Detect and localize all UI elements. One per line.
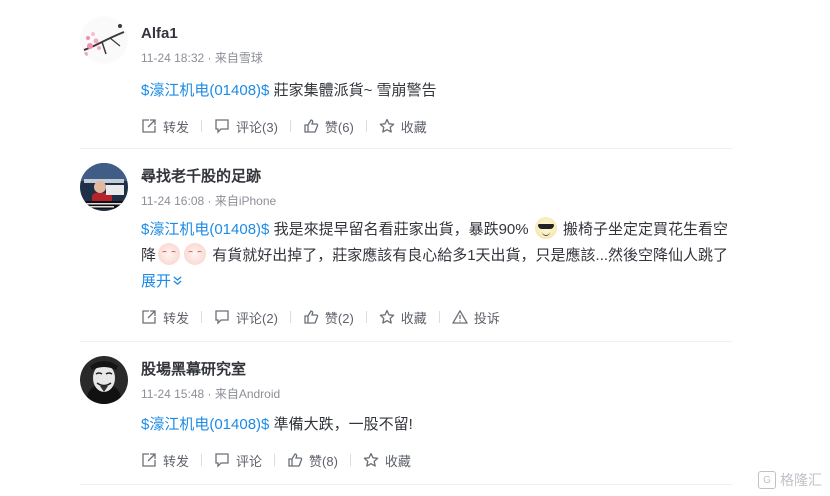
- star-icon: [379, 309, 395, 324]
- comment-icon: [215, 119, 229, 134]
- comment-label: 评论(2): [236, 310, 278, 326]
- thumbs-up-icon: [288, 453, 303, 467]
- like-label: 赞(2): [324, 310, 354, 326]
- user-photo-avatar-icon: [80, 163, 128, 211]
- stock-link[interactable]: $濠江机电(01408)$: [141, 416, 269, 433]
- post-meta: 11-24 18:32 · 来自雪球: [141, 51, 263, 65]
- post-meta: 11-24 16:08 · 来自iPhone: [141, 194, 277, 208]
- like-button[interactable]: 赞(2): [303, 307, 354, 327]
- favorite-button[interactable]: 收藏: [379, 116, 427, 136]
- repost-label: 转发: [163, 453, 190, 469]
- post-text: 有貨就好出掉了，莊家應該有良心給多1天出貨，只是應該...然後空降仙人跳了: [212, 247, 729, 264]
- author-name[interactable]: Alfa1: [141, 24, 732, 44]
- comment-button[interactable]: 评论: [214, 450, 262, 470]
- repost-button[interactable]: 转发: [141, 450, 189, 470]
- action-bar: 转发 评论(2) 赞(2) 收藏 投诉: [141, 307, 500, 327]
- comment-button[interactable]: 评论(3): [214, 116, 278, 136]
- cool-sunglasses-emoji-icon: [534, 217, 557, 239]
- watermark-label: 格隆汇: [780, 472, 822, 488]
- post-feed: Alfa1 11-24 18:32 · 来自雪球 $濠江机电(01408)$ 莊…: [80, 0, 732, 485]
- crying-emoji-icon: [184, 243, 207, 265]
- post-text: 莊家集體派貨~ 雪崩警告: [273, 82, 437, 99]
- action-bar: 转发 评论 赞(8) 收藏: [141, 450, 411, 470]
- post: 尋找老千股的足跡 11-24 16:08 · 来自iPhone $濠江机电(01…: [80, 149, 732, 342]
- like-button[interactable]: 赞(8): [287, 450, 338, 470]
- star-icon: [363, 452, 379, 467]
- star-icon: [379, 118, 395, 133]
- author-name[interactable]: 尋找老千股的足跡: [141, 167, 732, 187]
- repost-label: 转发: [163, 119, 190, 135]
- warning-icon: [452, 310, 468, 324]
- favorite-button[interactable]: 收藏: [363, 450, 411, 470]
- favorite-button[interactable]: 收藏: [379, 307, 427, 327]
- like-button[interactable]: 赞(6): [303, 116, 354, 136]
- favorite-label: 收藏: [400, 119, 427, 135]
- thumbs-up-icon: [304, 119, 319, 133]
- post: 股場黑幕研究室 11-24 15:48 · 来自Android $濠江机电(01…: [80, 342, 732, 485]
- thumbs-up-icon: [304, 310, 319, 324]
- expand-link[interactable]: 展开: [141, 273, 183, 290]
- gelonghui-logo-icon: G: [758, 471, 776, 489]
- action-bar: 转发 评论(3) 赞(6) 收藏: [141, 116, 427, 136]
- avatar[interactable]: [80, 356, 128, 404]
- report-button[interactable]: 投诉: [452, 307, 500, 327]
- author-name[interactable]: 股場黑幕研究室: [141, 360, 732, 380]
- masked-face-avatar-icon: [80, 356, 128, 404]
- comment-label: 评论(3): [236, 119, 278, 135]
- share-icon: [142, 119, 156, 133]
- favorite-label: 收藏: [400, 310, 427, 326]
- repost-button[interactable]: 转发: [141, 307, 189, 327]
- post-meta: 11-24 15:48 · 来自Android: [141, 387, 281, 401]
- like-label: 赞(8): [309, 453, 338, 469]
- expand-label: 展开: [141, 273, 172, 290]
- repost-label: 转发: [163, 310, 190, 326]
- comment-icon: [215, 453, 229, 468]
- like-label: 赞(6): [324, 119, 354, 135]
- report-label: 投诉: [473, 310, 500, 326]
- watermark: G 格隆汇: [758, 470, 822, 490]
- post-content: $濠江机电(01408)$ 我是來提早留名看莊家出貨，暴跌90% 搬椅子坐定定買…: [141, 217, 737, 295]
- stock-link[interactable]: $濠江机电(01408)$: [141, 82, 269, 99]
- post-content: $濠江机电(01408)$ 準備大跌，一股不留!: [141, 412, 732, 438]
- comment-label: 评论: [236, 453, 263, 469]
- post-content: $濠江机电(01408)$ 莊家集體派貨~ 雪崩警告: [141, 78, 732, 104]
- share-icon: [142, 310, 156, 324]
- repost-button[interactable]: 转发: [141, 116, 189, 136]
- favorite-label: 收藏: [384, 453, 411, 469]
- double-chevron-down-icon: [173, 276, 182, 286]
- share-icon: [142, 453, 156, 467]
- stock-link[interactable]: $濠江机电(01408)$: [141, 221, 269, 238]
- post-text: 我是來提早留名看莊家出貨，暴跌90%: [273, 221, 529, 238]
- crying-emoji-icon: [158, 243, 181, 265]
- post-text: 準備大跌，一股不留!: [273, 416, 413, 433]
- plum-blossom-avatar-icon: [80, 16, 128, 64]
- comment-icon: [215, 310, 229, 325]
- avatar[interactable]: [80, 16, 128, 64]
- avatar[interactable]: [80, 163, 128, 211]
- comment-button[interactable]: 评论(2): [214, 307, 278, 327]
- post: Alfa1 11-24 18:32 · 来自雪球 $濠江机电(01408)$ 莊…: [80, 0, 732, 149]
